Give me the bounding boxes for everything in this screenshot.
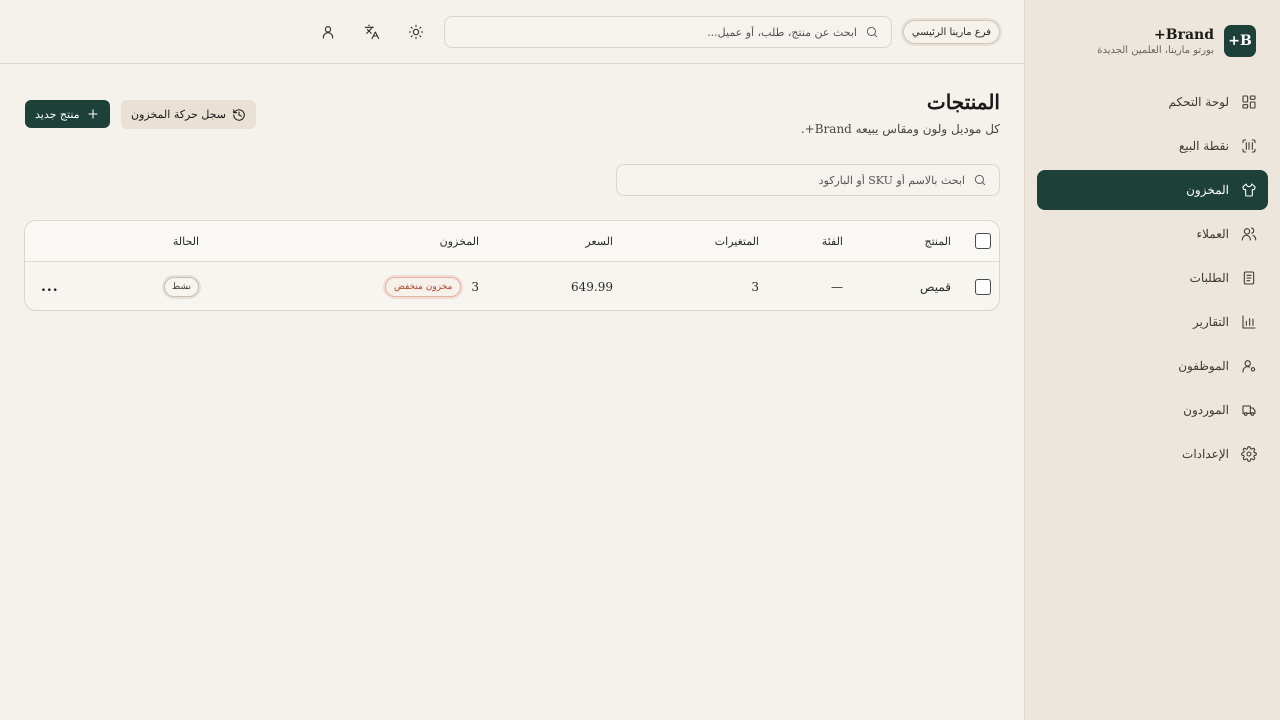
- products-table: المنتج الفئة المتغيرات السعر المخزون الح…: [24, 220, 1000, 311]
- inventory-log-button[interactable]: سجل حركة المخزون: [121, 100, 256, 129]
- sidebar-item-dashboard[interactable]: لوحة التحكم: [1037, 82, 1268, 122]
- product-name[interactable]: قميص: [920, 262, 951, 310]
- global-search-input[interactable]: [445, 25, 857, 39]
- header-product[interactable]: المنتج: [924, 221, 951, 261]
- new-product-label: منتج جديد: [35, 107, 80, 121]
- user-menu-button[interactable]: [316, 20, 340, 44]
- low-stock-badge: مخزون منخفض: [385, 276, 462, 297]
- product-status-cell: نشط: [163, 262, 199, 310]
- select-all-checkbox[interactable]: [975, 233, 991, 249]
- sidebar-item-orders[interactable]: الطلبات: [1037, 258, 1268, 298]
- global-search[interactable]: [444, 16, 892, 48]
- sidebar-item-label: الموردون: [1183, 403, 1229, 417]
- row-checkbox[interactable]: [975, 278, 991, 295]
- app-root: B+ Brand+ بورتو مارينا، العلمين الجديدة …: [0, 0, 1280, 720]
- shirt-icon: [1242, 183, 1256, 197]
- theme-toggle-button[interactable]: [404, 20, 428, 44]
- header-stock[interactable]: المخزون: [440, 221, 479, 261]
- sidebar-item-customers[interactable]: العملاء: [1037, 214, 1268, 254]
- header-variants[interactable]: المتغيرات: [715, 221, 759, 261]
- product-stock: 3: [471, 279, 479, 294]
- new-product-button[interactable]: منتج جديد: [25, 100, 110, 128]
- sidebar-item-suppliers[interactable]: الموردون: [1037, 390, 1268, 430]
- sidebar-item-reports[interactable]: التقارير: [1037, 302, 1268, 342]
- translate-icon: [364, 24, 380, 40]
- sidebar-item-label: المخزون: [1186, 183, 1229, 197]
- sidebar-item-label: نقطة البيع: [1178, 139, 1229, 153]
- sidebar-item-label: لوحة التحكم: [1168, 95, 1230, 109]
- more-actions-icon[interactable]: ...: [41, 279, 59, 295]
- product-category: —: [831, 279, 843, 294]
- search-icon: [866, 26, 878, 38]
- sidebar-item-inventory[interactable]: المخزون: [1037, 170, 1268, 210]
- brand-name: Brand+: [1154, 26, 1214, 43]
- scan-barcode-icon: [1242, 139, 1256, 153]
- language-button[interactable]: [360, 20, 384, 44]
- status-badge: نشط: [163, 276, 199, 297]
- gear-icon: [1241, 446, 1257, 462]
- sidebar-item-employees[interactable]: الموظفون: [1037, 346, 1268, 386]
- inventory-log-label: سجل حركة المخزون: [131, 108, 226, 121]
- sidebar: B+ Brand+ بورتو مارينا، العلمين الجديدة …: [1024, 0, 1280, 720]
- page-subtitle: كل موديل ولون ومقاس يبيعه Brand+.: [800, 122, 1000, 136]
- header-price[interactable]: السعر: [585, 221, 613, 261]
- history-icon: [233, 108, 245, 121]
- select-all-cell: [975, 221, 991, 261]
- sidebar-item-settings[interactable]: الإعدادات: [1037, 434, 1268, 474]
- search-icon: [974, 174, 986, 186]
- table-row[interactable]: قميص — 3 649.99 3 مخزون منخفض نشط ...: [25, 262, 999, 310]
- dashboard-icon: [1242, 95, 1256, 109]
- product-search[interactable]: [616, 164, 1000, 196]
- product-variants: 3: [751, 279, 759, 294]
- brand[interactable]: B+ Brand+ بورتو مارينا، العلمين الجديدة: [1097, 25, 1256, 57]
- row-select-cell: [975, 262, 991, 310]
- user-cog-icon: [1242, 360, 1256, 373]
- sidebar-item-label: الطلبات: [1189, 271, 1229, 285]
- branch-selector[interactable]: فرع مارينا الرئيسي: [902, 20, 1000, 44]
- main-content: المنتجات كل موديل ولون ومقاس يبيعه Brand…: [0, 64, 1024, 720]
- truck-icon: [1242, 405, 1256, 416]
- bar-chart-icon: [1242, 315, 1256, 329]
- product-stock-cell: 3 مخزون منخفض: [385, 262, 479, 310]
- sidebar-item-label: الإعدادات: [1182, 447, 1229, 461]
- sidebar-item-pos[interactable]: نقطة البيع: [1037, 126, 1268, 166]
- top-header: فرع مارينا الرئيسي: [0, 0, 1024, 64]
- plus-icon: [87, 109, 98, 119]
- header-category[interactable]: الفئة: [822, 221, 843, 261]
- brand-subtitle: بورتو مارينا، العلمين الجديدة: [1097, 44, 1214, 56]
- user-icon: [322, 26, 334, 39]
- sidebar-nav: لوحة التحكم نقطة البيع المخزون العملاء ا…: [1037, 82, 1268, 478]
- sidebar-item-label: العملاء: [1196, 227, 1229, 241]
- document-icon: [1243, 271, 1255, 285]
- sidebar-item-label: الموظفون: [1178, 359, 1229, 373]
- product-price: 649.99: [571, 279, 613, 294]
- theme-sun-icon: [408, 24, 424, 40]
- header-status[interactable]: الحالة: [173, 221, 199, 261]
- users-icon: [1241, 227, 1257, 241]
- table-header-row: المنتج الفئة المتغيرات السعر المخزون الح…: [25, 221, 999, 262]
- product-search-input[interactable]: [617, 173, 965, 187]
- brand-logo: B+: [1224, 25, 1256, 57]
- row-actions[interactable]: ...: [41, 262, 59, 310]
- brand-text: Brand+ بورتو مارينا، العلمين الجديدة: [1097, 27, 1214, 56]
- page-title: المنتجات: [926, 90, 1000, 114]
- sidebar-item-label: التقارير: [1192, 315, 1229, 329]
